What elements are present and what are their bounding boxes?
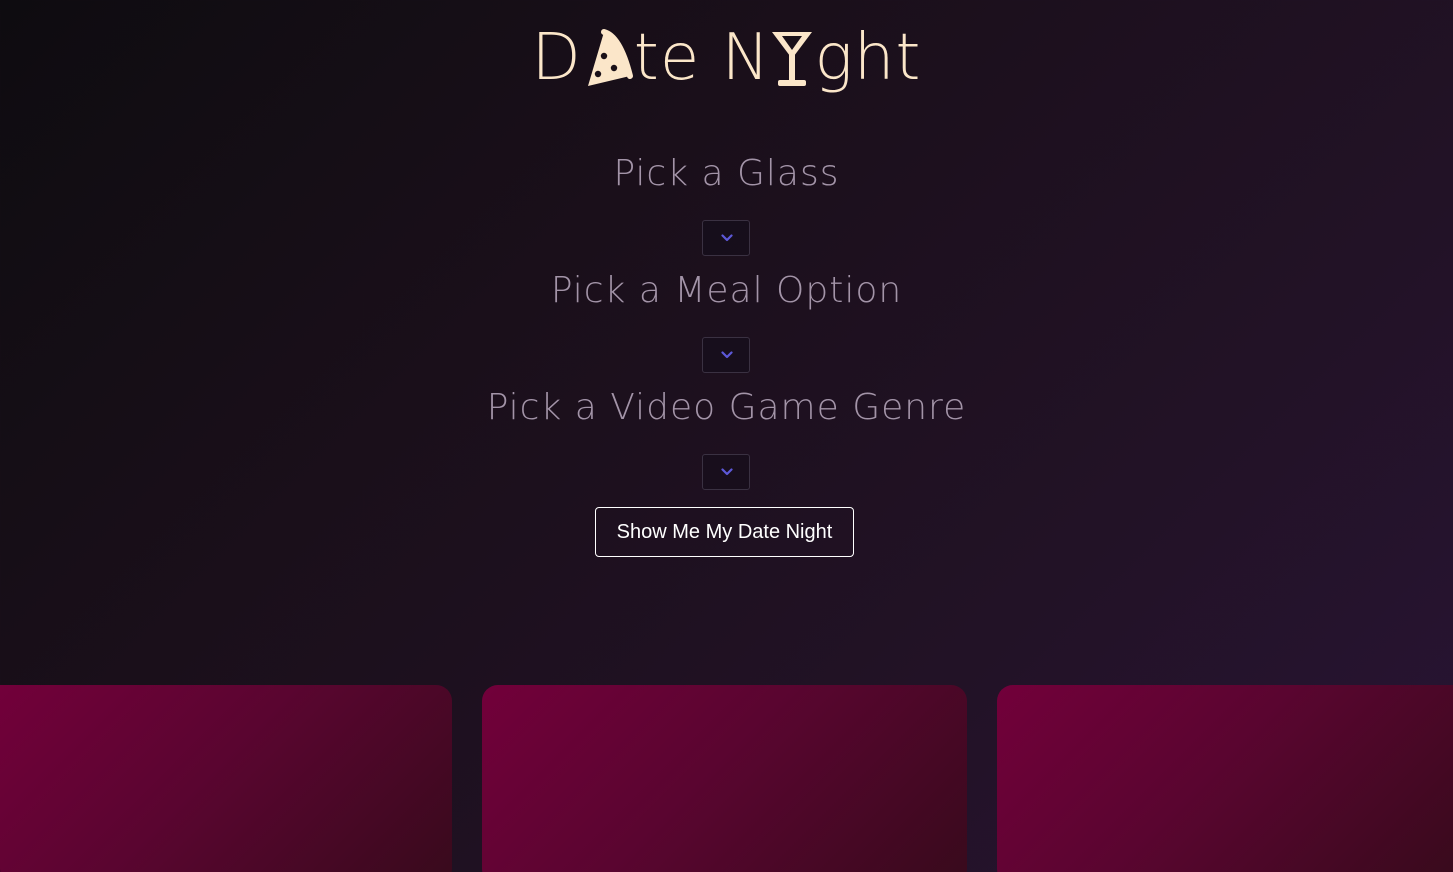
app-logo: D te N ght: [0, 14, 1453, 95]
result-card-game: [997, 685, 1453, 872]
glass-dropdown[interactable]: [702, 220, 750, 256]
meal-heading: Pick a Meal Option: [550, 270, 903, 311]
logo-text-d: D: [531, 20, 582, 95]
chevron-down-icon: [721, 351, 733, 359]
logo-text-te-n: te N: [633, 20, 771, 95]
result-card-glass: [0, 685, 452, 872]
meal-dropdown[interactable]: [702, 337, 750, 373]
glass-heading: Pick a Glass: [613, 153, 840, 194]
pizza-slice-icon: [587, 28, 633, 86]
show-date-night-button[interactable]: Show Me My Date Night: [595, 507, 854, 557]
cocktail-glass-icon: [772, 31, 813, 86]
logo-text-ght: ght: [814, 20, 922, 95]
game-genre-heading: Pick a Video Game Genre: [486, 387, 967, 428]
chevron-down-icon: [721, 234, 733, 242]
chevron-down-icon: [721, 468, 733, 476]
game-genre-dropdown[interactable]: [702, 454, 750, 490]
result-card-meal: [482, 685, 967, 872]
